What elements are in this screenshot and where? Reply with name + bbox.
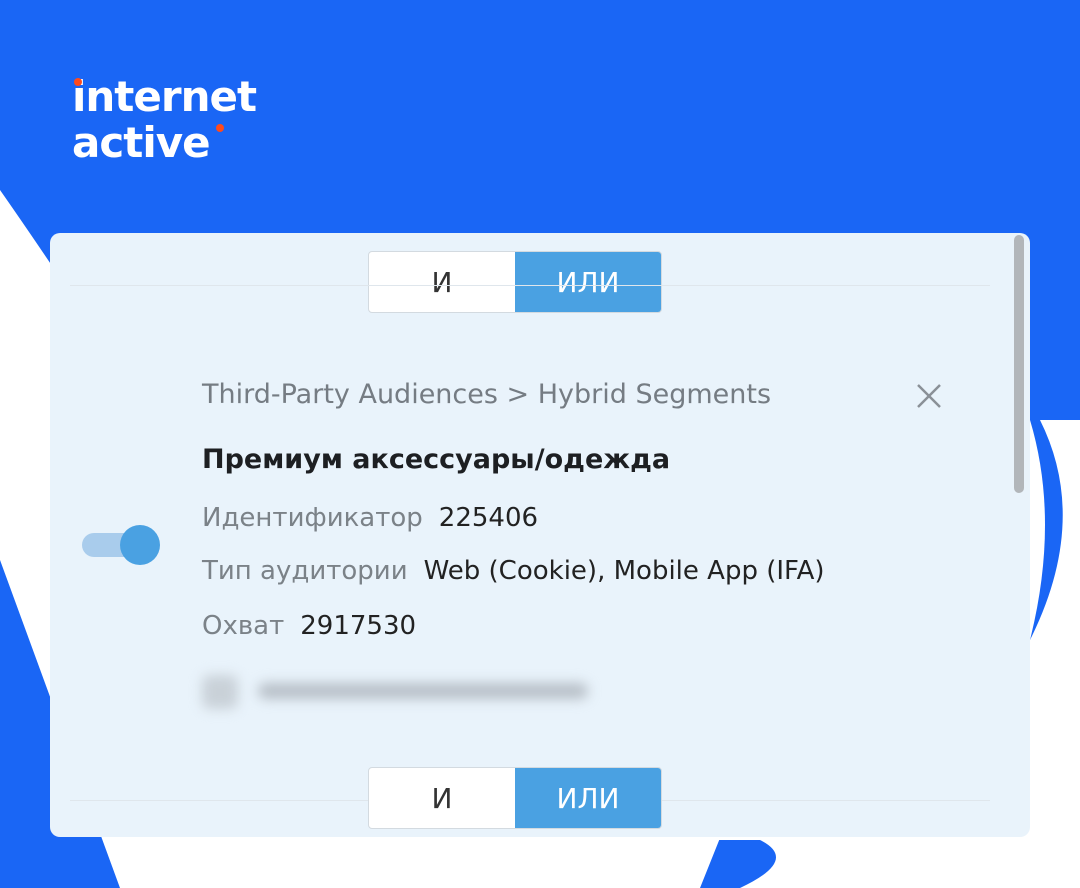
reach-row: Охват 2917530 bbox=[202, 611, 416, 641]
close-icon[interactable] bbox=[912, 379, 946, 413]
type-row: Тип аудитории Web (Cookie), Mobile App (I… bbox=[202, 556, 825, 586]
logic-toggle-top: И ИЛИ bbox=[368, 251, 662, 313]
logic-toggle-bottom: И ИЛИ bbox=[368, 767, 662, 829]
breadcrumb: Third-Party Audiences > Hybrid Segments bbox=[202, 379, 772, 410]
id-row: Идентификатор 225406 bbox=[202, 503, 538, 533]
audience-panel: И ИЛИ Third-Party Audiences > Hybrid Seg… bbox=[50, 233, 1030, 837]
blurred-text bbox=[258, 683, 588, 699]
brand-logo: internet active bbox=[72, 72, 257, 167]
reach-value: 2917530 bbox=[300, 611, 417, 641]
blurred-icon bbox=[202, 675, 238, 709]
reach-label: Охват bbox=[202, 611, 285, 641]
or-button[interactable]: ИЛИ bbox=[515, 252, 661, 312]
type-value: Web (Cookie), Mobile App (IFA) bbox=[423, 556, 825, 586]
segment-enabled-toggle[interactable] bbox=[82, 523, 160, 567]
logo-dot-icon bbox=[216, 124, 224, 132]
type-label: Тип аудитории bbox=[202, 556, 408, 586]
segment-title: Премиум аксессуары/одежда bbox=[202, 444, 671, 475]
scrollbar-thumb[interactable] bbox=[1014, 235, 1024, 493]
logo-line-2: active bbox=[72, 118, 211, 167]
or-button[interactable]: ИЛИ bbox=[515, 768, 661, 828]
id-label: Идентификатор bbox=[202, 503, 423, 533]
logo-line-1: internet bbox=[72, 72, 257, 121]
logo-dot-icon bbox=[74, 78, 82, 86]
id-value: 225406 bbox=[438, 503, 539, 533]
divider bbox=[70, 285, 990, 286]
and-button[interactable]: И bbox=[369, 252, 515, 312]
and-button[interactable]: И bbox=[369, 768, 515, 828]
blurred-row bbox=[202, 673, 602, 713]
toggle-knob bbox=[120, 525, 160, 565]
